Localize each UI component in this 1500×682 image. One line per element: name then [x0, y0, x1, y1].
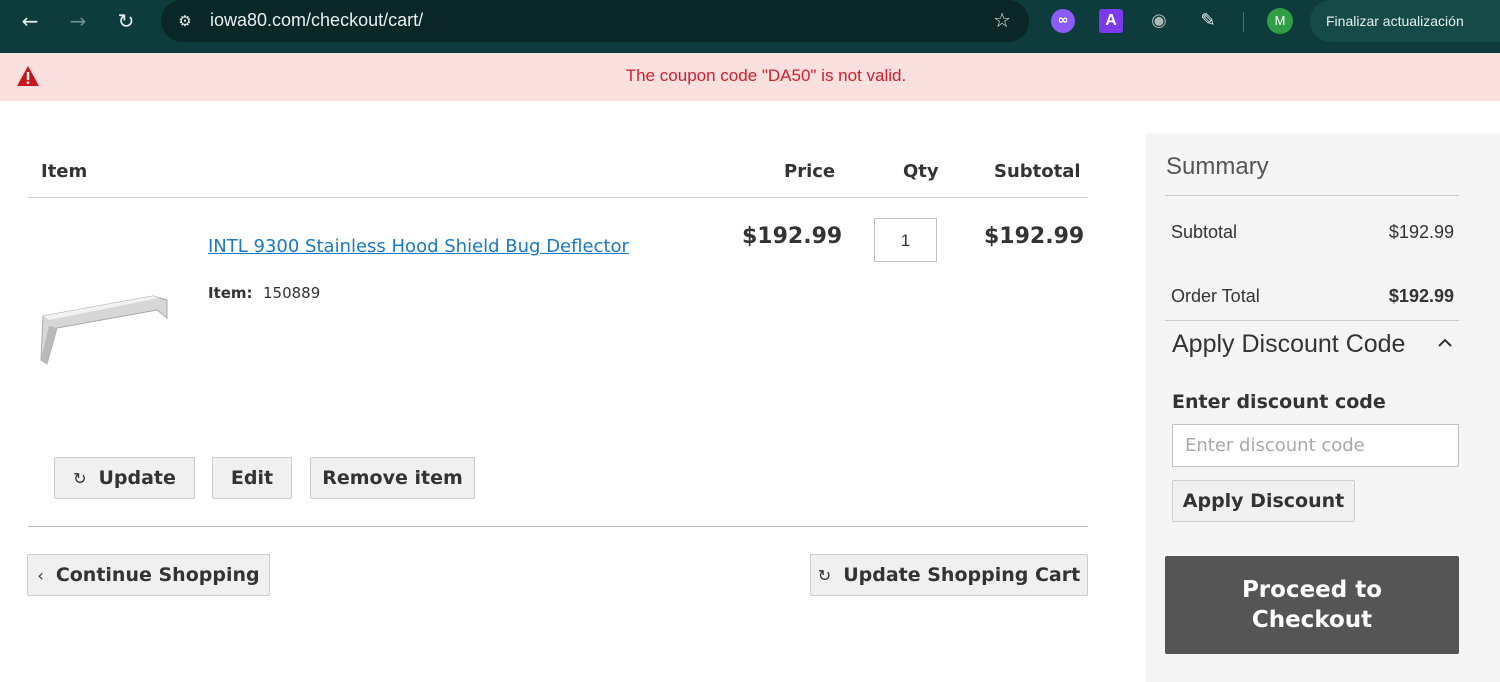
- product-image[interactable]: [35, 288, 175, 368]
- summary-subtotal-label: Subtotal: [1171, 222, 1238, 242]
- refresh-icon: ↻: [817, 565, 832, 585]
- continue-shopping-label: Continue Shopping: [55, 564, 260, 586]
- summary-divider: [1165, 195, 1459, 196]
- font-extension-icon[interactable]: A: [1099, 9, 1123, 33]
- column-header-qty: Qty: [903, 161, 939, 182]
- continue-shopping-button[interactable]: ‹ Continue Shopping: [27, 554, 270, 596]
- product-name-link[interactable]: INTL 9300 Stainless Hood Shield Bug Defl…: [208, 236, 629, 257]
- order-total-label: Order Total: [1171, 286, 1260, 306]
- ghost-extension-icon[interactable]: ◉: [1147, 9, 1171, 33]
- column-header-item: Item: [41, 161, 88, 182]
- link-extension-icon[interactable]: ∞: [1051, 9, 1075, 33]
- address-url[interactable]: iowa80.com/checkout/cart/: [210, 10, 423, 31]
- table-divider: [28, 197, 1088, 198]
- error-message-text: The coupon code "DA50" is not valid.: [625, 66, 907, 85]
- item-price: $192.99: [742, 224, 843, 249]
- remove-item-label: Remove item: [322, 467, 463, 489]
- refresh-icon: ↻: [73, 468, 87, 488]
- edit-item-label: Edit: [230, 467, 274, 489]
- apply-discount-button[interactable]: Apply Discount: [1172, 480, 1355, 522]
- forward-icon[interactable]: →: [65, 8, 91, 34]
- update-shopping-cart-button[interactable]: ↻ Update Shopping Cart: [810, 554, 1088, 596]
- back-icon[interactable]: ←: [17, 8, 43, 34]
- chevron-up-icon[interactable]: [1436, 334, 1454, 352]
- extensions-puzzle-icon[interactable]: ✎: [1196, 9, 1220, 33]
- chevron-left-icon: ‹: [37, 565, 44, 585]
- update-item-label: Update: [98, 467, 176, 489]
- profile-avatar[interactable]: M: [1267, 8, 1293, 34]
- column-header-price: Price: [784, 161, 836, 182]
- toolbar-divider: [1243, 12, 1244, 32]
- cart-actions-divider: [28, 526, 1088, 527]
- column-header-subtotal: Subtotal: [994, 161, 1081, 182]
- update-item-button[interactable]: ↻ Update: [54, 457, 195, 499]
- bookmark-star-icon[interactable]: ☆: [993, 8, 1011, 32]
- discount-section-toggle[interactable]: Apply Discount Code: [1172, 330, 1405, 359]
- sku-value: 150889: [263, 284, 321, 302]
- update-shopping-cart-label: Update Shopping Cart: [843, 564, 1081, 586]
- reload-icon[interactable]: ↻: [113, 8, 139, 34]
- remove-item-button[interactable]: Remove item: [310, 457, 475, 499]
- quantity-input[interactable]: 1: [874, 218, 937, 262]
- browser-update-button[interactable]: Finalizar actualización: [1310, 0, 1500, 42]
- apply-discount-label: Apply Discount: [1182, 490, 1345, 512]
- sku-label: Item:: [208, 284, 253, 302]
- discount-code-input[interactable]: [1172, 424, 1459, 467]
- summary-title: Summary: [1166, 153, 1269, 180]
- proceed-to-checkout-button[interactable]: Proceed to Checkout: [1165, 556, 1459, 654]
- edit-item-button[interactable]: Edit: [212, 457, 292, 499]
- item-subtotal: $192.99: [984, 224, 1085, 249]
- summary-subtotal-value: $192.99: [1388, 222, 1454, 242]
- address-bar[interactable]: ⚙ iowa80.com/checkout/cart/ ☆: [161, 0, 1029, 42]
- order-total-value: $192.99: [1388, 286, 1454, 306]
- discount-code-label: Enter discount code: [1172, 391, 1386, 413]
- proceed-to-checkout-label: Proceed to Checkout: [1241, 577, 1383, 633]
- summary-divider: [1165, 320, 1459, 321]
- site-info-icon[interactable]: ⚙: [173, 9, 197, 33]
- error-message-banner: The coupon code "DA50" is not valid.: [0, 53, 1500, 101]
- browser-toolbar: ← → ↻ ⚙ iowa80.com/checkout/cart/ ☆ ∞ A …: [0, 0, 1500, 53]
